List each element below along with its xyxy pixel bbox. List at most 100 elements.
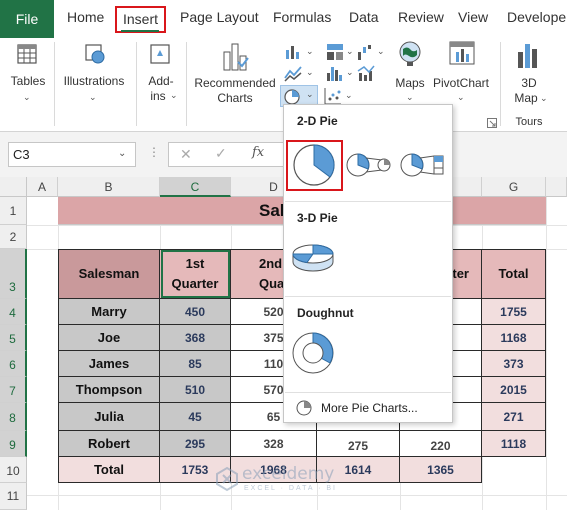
total-cell[interactable]: 2015: [482, 377, 546, 403]
cancel-icon[interactable]: ✕: [180, 146, 192, 163]
select-all-corner[interactable]: [0, 177, 27, 197]
row-header-7[interactable]: 7: [0, 377, 27, 403]
chevron-down-icon[interactable]: ⌄: [118, 148, 126, 159]
q1-cell[interactable]: 368: [160, 325, 231, 351]
statistic-chart-icon[interactable]: [325, 63, 345, 83]
tab-review[interactable]: Review: [398, 9, 444, 25]
q1-cell[interactable]: 45: [160, 403, 231, 431]
chevron-down-icon: ⌄: [457, 92, 465, 102]
tables-button[interactable]: Tables ⌄: [0, 38, 54, 130]
row-header-1[interactable]: 1: [0, 197, 27, 225]
tab-formulas[interactable]: Formulas: [273, 9, 331, 25]
tab-developer[interactable]: Developer: [507, 9, 567, 25]
tab-home[interactable]: Home: [67, 9, 104, 25]
hierarchy-chart-icon[interactable]: [325, 42, 345, 62]
q1-cell[interactable]: 510: [160, 377, 231, 403]
salesman-cell[interactable]: Thompson: [58, 377, 160, 403]
row-header-5[interactable]: 5: [0, 325, 27, 351]
column-chart-icon[interactable]: [283, 42, 303, 62]
chevron-down-icon[interactable]: ⌄: [306, 46, 314, 57]
salesman-cell[interactable]: Robert: [58, 431, 160, 457]
row-header-4[interactable]: 4: [0, 299, 27, 325]
dialog-launcher-icon[interactable]: [487, 118, 497, 128]
row-header-2[interactable]: 2: [0, 225, 27, 249]
3d-map-button[interactable]: 3D Map ⌄ Tours: [504, 38, 554, 130]
pie-2d-option[interactable]: [286, 140, 343, 191]
pie-of-pie-icon[interactable]: [346, 150, 392, 180]
row-header-8[interactable]: 8: [0, 403, 27, 431]
salesman-cell[interactable]: Marry: [58, 299, 160, 325]
tours-group-label: Tours: [515, 116, 543, 128]
row-header-10[interactable]: 10: [0, 457, 27, 483]
chevron-down-icon[interactable]: ⌄: [345, 90, 353, 101]
q1-cell[interactable]: 450: [160, 299, 231, 325]
total-cell[interactable]: 1755: [482, 299, 546, 325]
combo-chart-icon[interactable]: [356, 63, 376, 83]
shapes-icon: [85, 44, 105, 64]
salesman-cell[interactable]: James: [58, 351, 160, 377]
tab-file[interactable]: File: [0, 0, 54, 38]
column-header-h[interactable]: [546, 177, 567, 197]
column-header-a[interactable]: A: [27, 177, 58, 197]
recommended-charts-button[interactable]: Recommended Charts: [190, 38, 278, 130]
name-box[interactable]: C3: [8, 142, 136, 167]
q1-cell[interactable]: 85: [160, 351, 231, 377]
row-header-9[interactable]: 9: [0, 431, 27, 457]
add-ins-button[interactable]: Add- ins ⌄: [140, 38, 180, 130]
q1-cell[interactable]: 295: [160, 431, 231, 457]
more-options-icon[interactable]: ⋮: [148, 145, 160, 159]
enter-icon[interactable]: ✓: [215, 145, 227, 162]
total-cell[interactable]: 1168: [482, 325, 546, 351]
exceldemy-logo-icon: [216, 466, 238, 492]
maps-label: Maps: [395, 76, 425, 90]
chevron-down-icon[interactable]: ⌄: [346, 67, 354, 78]
salesman-cell[interactable]: Julia: [58, 403, 160, 431]
doughnut-icon[interactable]: [290, 330, 336, 376]
section-2d-pie: 2-D Pie: [297, 114, 338, 128]
chevron-down-icon[interactable]: ⌄: [377, 46, 385, 57]
total-cell[interactable]: 373: [482, 351, 546, 377]
q2-cell[interactable]: 328: [231, 431, 317, 457]
column-header-c[interactable]: C: [160, 177, 231, 197]
column-header-b[interactable]: B: [58, 177, 160, 197]
tab-data[interactable]: Data: [349, 9, 379, 25]
column-header-g[interactable]: G: [482, 177, 546, 197]
bar-of-pie-icon[interactable]: [400, 150, 446, 180]
waterfall-chart-icon[interactable]: [356, 42, 376, 62]
add-ins-icon: [150, 44, 170, 64]
row-header-3[interactable]: 3: [0, 249, 27, 299]
section-3d-pie: 3-D Pie: [297, 211, 338, 225]
3d-map-icon: [518, 44, 537, 68]
group-divider: [186, 42, 187, 126]
chevron-down-icon[interactable]: ⌄: [346, 46, 354, 57]
tab-view[interactable]: View: [458, 9, 488, 25]
scatter-chart-icon[interactable]: [323, 86, 343, 106]
total-cell[interactable]: 1118: [482, 431, 546, 457]
row-header-6[interactable]: 6: [0, 351, 27, 377]
total-row-label[interactable]: Total: [58, 457, 160, 483]
tab-page-layout[interactable]: Page Layout: [180, 9, 259, 25]
illustrations-button[interactable]: Illustrations ⌄: [58, 38, 130, 130]
header-salesman[interactable]: Salesman: [58, 249, 160, 299]
header-total[interactable]: Total: [482, 249, 546, 299]
row-header-11[interactable]: 11: [0, 483, 27, 510]
tab-insert[interactable]: Insert: [115, 6, 166, 33]
chevron-down-icon[interactable]: ⌄: [306, 67, 314, 78]
add-ins-label-line1: Add-: [148, 74, 174, 88]
pie-3d-icon[interactable]: [289, 236, 337, 276]
total-row-q4[interactable]: 1365: [400, 457, 482, 483]
q4-cell[interactable]: 220: [400, 431, 482, 457]
3d-map-label-line1: 3D: [521, 76, 537, 90]
total-cell[interactable]: 271: [482, 403, 546, 431]
menu-divider: [285, 392, 451, 393]
q3-cell[interactable]: 275: [317, 431, 400, 457]
group-divider: [54, 42, 55, 126]
salesman-cell[interactable]: Joe: [58, 325, 160, 351]
header-q1[interactable]: 1st Quarter: [160, 249, 231, 299]
more-pie-charts-item[interactable]: More Pie Charts...: [284, 395, 452, 421]
globe-icon: [399, 41, 421, 66]
chevron-down-icon: ⌄: [23, 92, 31, 102]
line-chart-icon[interactable]: [283, 63, 303, 83]
more-pie-charts-label: More Pie Charts...: [321, 401, 418, 415]
insert-function-icon[interactable]: fx: [252, 145, 264, 160]
